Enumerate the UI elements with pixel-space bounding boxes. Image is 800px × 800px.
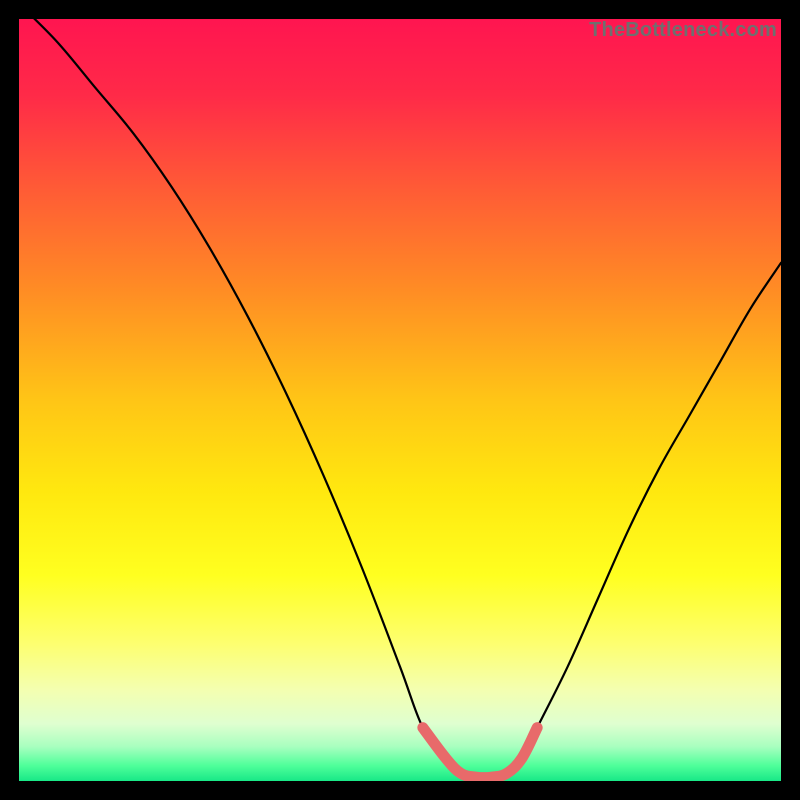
watermark-text: TheBottleneck.com (589, 19, 777, 42)
chart-svg (19, 19, 781, 781)
chart-frame: TheBottleneck.com (0, 0, 800, 800)
chart-plot-area: TheBottleneck.com (19, 19, 781, 781)
